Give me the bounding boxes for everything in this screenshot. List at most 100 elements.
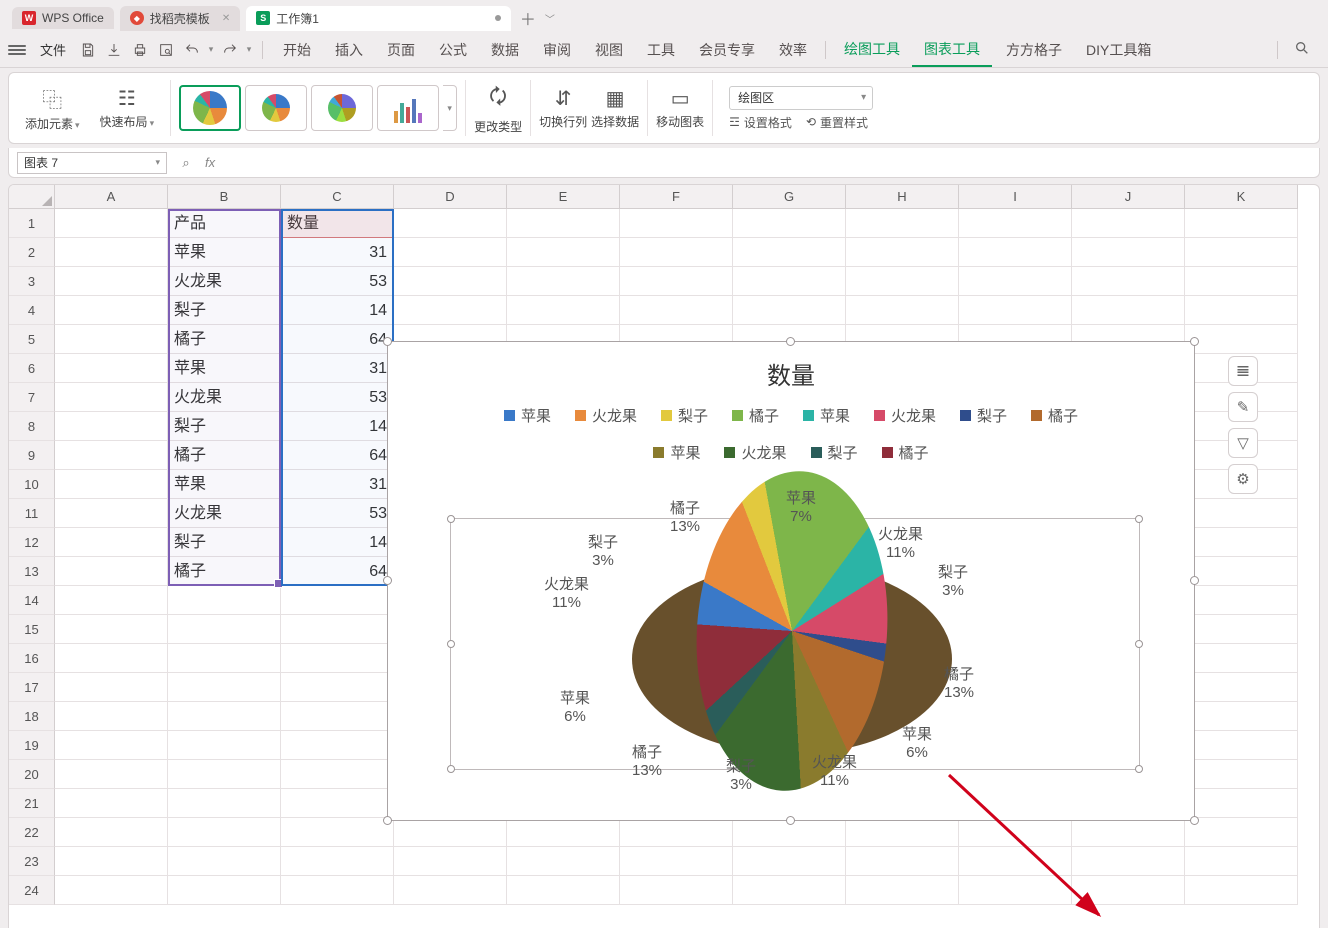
cell[interactable]: 14 xyxy=(281,412,394,441)
cell[interactable] xyxy=(846,847,959,876)
cell[interactable] xyxy=(620,209,733,238)
resize-handle[interactable] xyxy=(447,765,455,773)
row-header[interactable]: 12 xyxy=(9,528,55,557)
menu-DIY工具箱[interactable]: DIY工具箱 xyxy=(1074,34,1163,66)
cell[interactable] xyxy=(168,673,281,702)
row-header[interactable]: 15 xyxy=(9,615,55,644)
legend-item[interactable]: 苹果 xyxy=(653,442,700,463)
legend-item[interactable]: 橘子 xyxy=(882,442,929,463)
legend-item[interactable]: 苹果 xyxy=(803,405,850,426)
column-header[interactable]: B xyxy=(168,185,281,209)
cell[interactable]: 橘子 xyxy=(168,557,281,586)
column-header[interactable]: H xyxy=(846,185,959,209)
style-gallery-dropdown[interactable]: ▾ xyxy=(443,85,457,131)
cell[interactable] xyxy=(959,267,1072,296)
cell[interactable] xyxy=(55,238,168,267)
cell[interactable] xyxy=(507,847,620,876)
cell[interactable] xyxy=(1185,296,1298,325)
pie-data-label[interactable]: 火龙果11% xyxy=(878,526,923,562)
legend-item[interactable]: 橘子 xyxy=(732,405,779,426)
cell[interactable] xyxy=(281,731,394,760)
cell[interactable] xyxy=(959,876,1072,905)
quick-layout-button[interactable]: ☷ 快速布局▾ xyxy=(100,86,155,130)
column-header[interactable]: G xyxy=(733,185,846,209)
close-icon[interactable]: ✕ xyxy=(222,13,230,24)
row-header[interactable]: 10 xyxy=(9,470,55,499)
row-header[interactable]: 6 xyxy=(9,354,55,383)
pie-data-label[interactable]: 梨子3% xyxy=(588,534,618,570)
reset-style-button[interactable]: ⟲重置样式 xyxy=(806,114,868,131)
legend-item[interactable]: 橘子 xyxy=(1031,405,1078,426)
cell[interactable] xyxy=(394,267,507,296)
chart-settings-button[interactable]: ⚙ xyxy=(1228,464,1258,494)
print-icon[interactable] xyxy=(128,38,152,62)
chart-style-2[interactable] xyxy=(245,85,307,131)
menu-数据[interactable]: 数据 xyxy=(479,34,531,66)
cell[interactable] xyxy=(620,296,733,325)
row-header[interactable]: 4 xyxy=(9,296,55,325)
cell[interactable] xyxy=(1185,325,1298,354)
menu-页面[interactable]: 页面 xyxy=(375,34,427,66)
add-element-button[interactable]: ⿻ 添加元素▾ xyxy=(25,84,80,132)
cell[interactable] xyxy=(55,528,168,557)
column-header[interactable]: J xyxy=(1072,185,1185,209)
cell[interactable] xyxy=(55,267,168,296)
cell[interactable] xyxy=(507,209,620,238)
legend-item[interactable]: 火龙果 xyxy=(874,405,936,426)
cell[interactable] xyxy=(1185,760,1298,789)
move-chart-button[interactable]: ▭ 移动图表 xyxy=(656,86,704,130)
cell[interactable]: 苹果 xyxy=(168,470,281,499)
chart-style-3[interactable] xyxy=(311,85,373,131)
cell[interactable] xyxy=(55,296,168,325)
cell[interactable] xyxy=(55,470,168,499)
cell[interactable] xyxy=(507,296,620,325)
cell[interactable] xyxy=(959,238,1072,267)
cell[interactable] xyxy=(1185,209,1298,238)
cell[interactable] xyxy=(394,238,507,267)
menu-工具[interactable]: 工具 xyxy=(635,34,687,66)
cell[interactable] xyxy=(168,644,281,673)
pie-data-label[interactable]: 火龙果11% xyxy=(544,576,589,612)
set-format-button[interactable]: ☲设置格式 xyxy=(729,114,792,131)
menu-公式[interactable]: 公式 xyxy=(427,34,479,66)
cell[interactable] xyxy=(394,818,507,847)
cell[interactable] xyxy=(55,383,168,412)
cell[interactable] xyxy=(281,586,394,615)
row-header[interactable]: 2 xyxy=(9,238,55,267)
resize-handle[interactable] xyxy=(1190,816,1199,825)
cell[interactable]: 14 xyxy=(281,296,394,325)
resize-handle[interactable] xyxy=(1135,640,1143,648)
cell[interactable] xyxy=(168,615,281,644)
row-header[interactable]: 5 xyxy=(9,325,55,354)
cell[interactable] xyxy=(281,876,394,905)
legend-item[interactable]: 梨子 xyxy=(960,405,1007,426)
cell[interactable] xyxy=(1185,818,1298,847)
legend-item[interactable]: 火龙果 xyxy=(575,405,637,426)
cell[interactable] xyxy=(507,876,620,905)
chart-area-select[interactable]: 绘图区 xyxy=(729,86,873,110)
row-header[interactable]: 11 xyxy=(9,499,55,528)
pie-data-label[interactable]: 苹果7% xyxy=(786,490,816,526)
chart-styles-button[interactable]: ✎ xyxy=(1228,392,1258,422)
pie-data-label[interactable]: 橘子13% xyxy=(670,500,700,536)
cell[interactable] xyxy=(1072,238,1185,267)
cell[interactable] xyxy=(1072,876,1185,905)
cell[interactable]: 53 xyxy=(281,383,394,412)
row-header[interactable]: 9 xyxy=(9,441,55,470)
select-all-button[interactable] xyxy=(9,185,55,209)
legend-item[interactable]: 梨子 xyxy=(811,442,858,463)
resize-handle[interactable] xyxy=(1190,576,1199,585)
change-type-button[interactable]: 🗘 更改类型 xyxy=(474,82,522,135)
cell[interactable] xyxy=(1072,267,1185,296)
cell[interactable] xyxy=(1072,296,1185,325)
cell[interactable] xyxy=(55,673,168,702)
cell[interactable] xyxy=(959,847,1072,876)
cell[interactable] xyxy=(959,296,1072,325)
cell[interactable]: 数量 xyxy=(281,209,394,238)
cell[interactable] xyxy=(281,702,394,731)
pie-data-label[interactable]: 橘子13% xyxy=(944,666,974,702)
undo-icon[interactable] xyxy=(180,38,204,62)
cell[interactable] xyxy=(733,876,846,905)
cell[interactable]: 梨子 xyxy=(168,412,281,441)
cell[interactable] xyxy=(55,586,168,615)
